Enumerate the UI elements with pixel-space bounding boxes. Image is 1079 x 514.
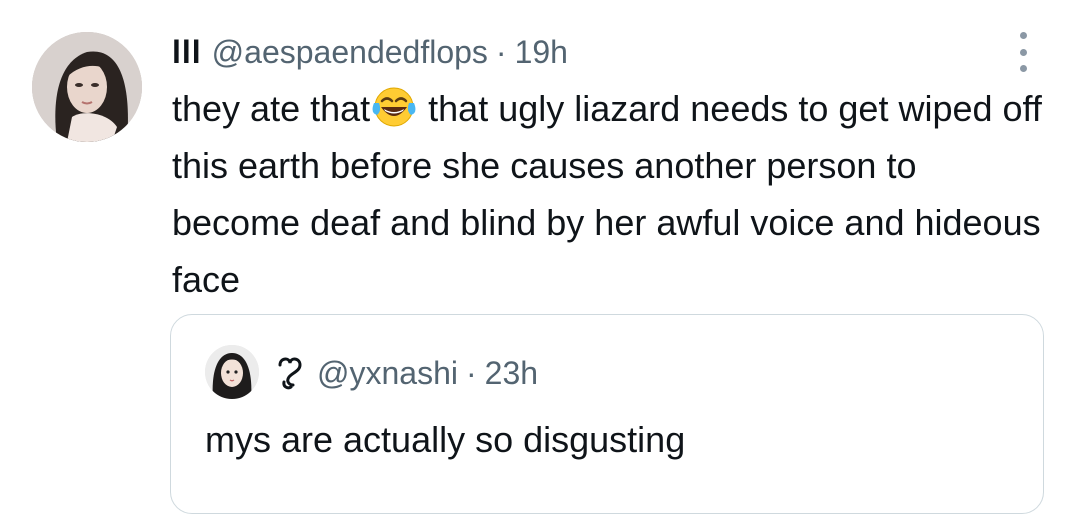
more-options-icon[interactable] <box>1010 32 1036 72</box>
quoted-tweet-timestamp[interactable]: 23h <box>485 355 538 392</box>
quoted-author-avatar-image <box>205 345 259 399</box>
author-display-name[interactable]: lll <box>172 34 202 71</box>
quoted-tweet-card[interactable]: @yxnashi · 23h mys are actually so disgu… <box>170 314 1044 514</box>
quoted-tweet-text: mys are actually so disgusting <box>205 419 686 460</box>
tweet-timestamp[interactable]: 19h <box>515 34 568 71</box>
face-with-tears-of-joy-icon <box>372 87 416 127</box>
author-avatar[interactable] <box>32 32 142 142</box>
quoted-author-handle[interactable]: @yxnashi <box>317 355 458 392</box>
author-avatar-image <box>32 32 142 142</box>
quoted-author-avatar[interactable] <box>205 345 259 399</box>
author-handle[interactable]: @aespaendedflops <box>212 34 488 71</box>
quoted-tweet-header: @yxnashi · 23h <box>275 349 538 397</box>
tweet-text: they ate that that ugly liazard needs to… <box>172 80 1052 308</box>
quoted-header-separator: · <box>465 354 477 391</box>
squiggle-symbol-icon <box>278 357 302 390</box>
tweet-header: lll @aespaendedflops · 19h <box>172 28 568 76</box>
tweet-text-part-1: they ate that <box>172 88 371 129</box>
header-separator: · <box>495 33 507 70</box>
